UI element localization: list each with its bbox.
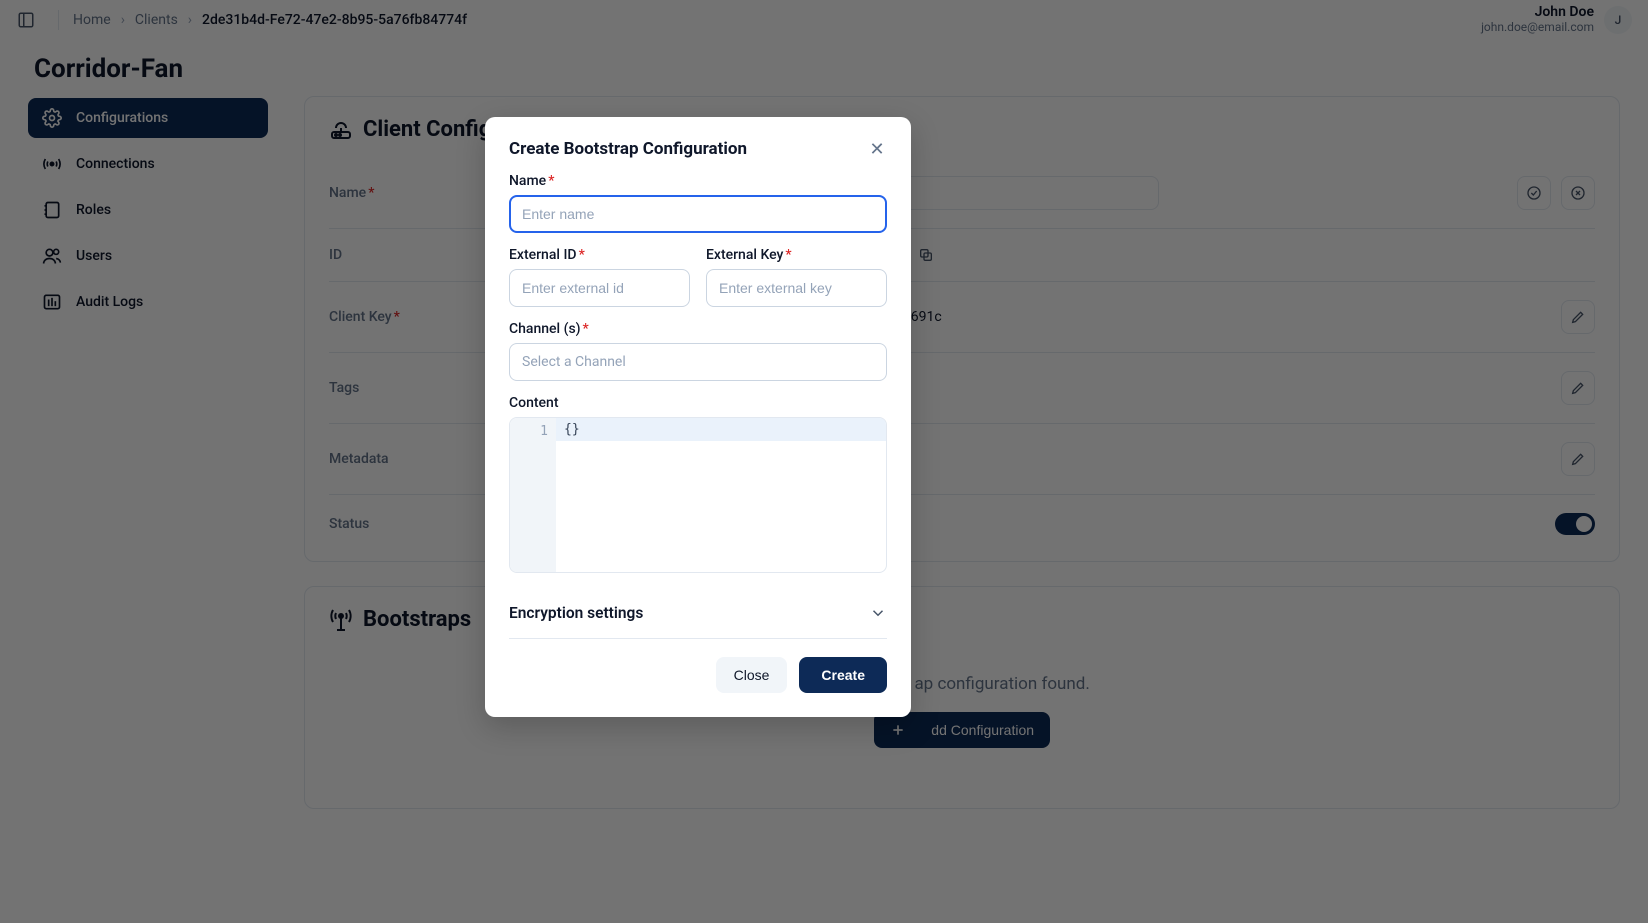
content-editor[interactable]: 1 {} — [509, 417, 887, 573]
external-key-input[interactable] — [706, 269, 887, 307]
create-button[interactable]: Create — [799, 657, 887, 693]
modal-overlay[interactable]: Create Bootstrap Configuration ✕ Name* E… — [0, 0, 1648, 923]
chevron-down-icon — [869, 604, 887, 622]
close-icon[interactable]: ✕ — [867, 139, 887, 159]
close-button[interactable]: Close — [716, 657, 788, 693]
modal-title: Create Bootstrap Configuration — [509, 139, 747, 159]
name-label: Name* — [509, 173, 887, 189]
external-id-input[interactable] — [509, 269, 690, 307]
create-bootstrap-modal: Create Bootstrap Configuration ✕ Name* E… — [485, 117, 911, 717]
encryption-accordion[interactable]: Encryption settings — [509, 587, 887, 639]
line-number: 1 — [510, 418, 556, 572]
channels-label: Channel (s)* — [509, 321, 887, 337]
external-key-label: External Key* — [706, 247, 887, 263]
external-id-label: External ID* — [509, 247, 690, 263]
channels-select[interactable]: Select a Channel — [509, 343, 887, 381]
accordion-title: Encryption settings — [509, 604, 643, 622]
content-label: Content — [509, 395, 887, 411]
code-line: {} — [556, 418, 886, 441]
name-input[interactable] — [509, 195, 887, 233]
